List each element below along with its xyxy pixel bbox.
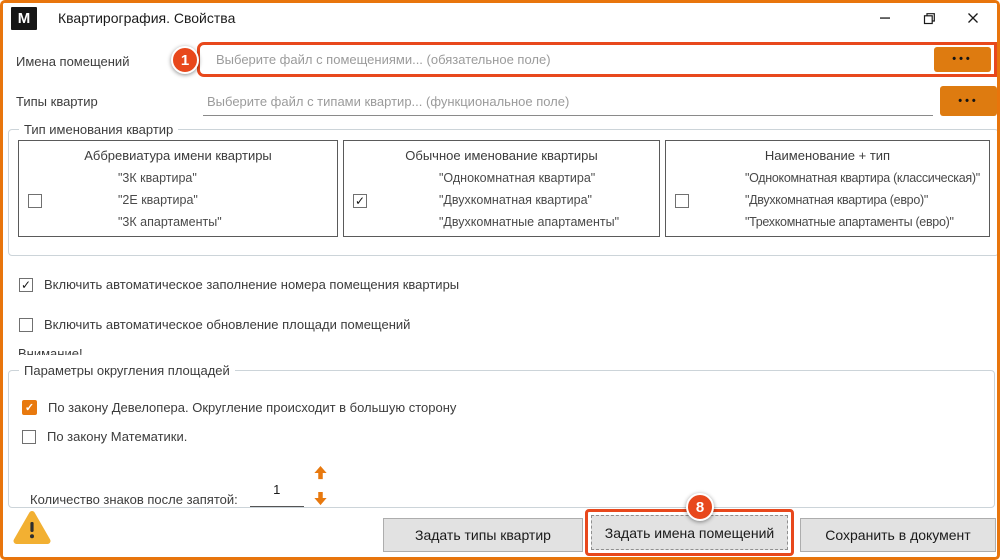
browse-rooms-button[interactable]: ••• bbox=[934, 47, 991, 72]
arrow-up-icon bbox=[313, 465, 328, 480]
window-title: Квартирография. Свойства bbox=[58, 10, 235, 26]
minimize-icon bbox=[879, 12, 891, 24]
abbreviation-checkbox[interactable] bbox=[28, 194, 42, 208]
panel-item: "Однокомнатная квартира (классическая)" bbox=[745, 171, 989, 185]
panel-item: "Двухкомнатная квартира (евро)" bbox=[745, 193, 989, 207]
browse-types-button[interactable]: ••• bbox=[940, 86, 997, 116]
dialog-window: M Квартирография. Свойства Имена помещен… bbox=[0, 0, 1000, 560]
panel-item: "3К апартаменты" bbox=[118, 215, 337, 229]
rooms-file-label: Имена помещений bbox=[16, 54, 129, 69]
window-controls bbox=[863, 3, 995, 33]
set-apartment-types-button[interactable]: Задать типы квартир bbox=[383, 518, 583, 552]
panel-header: Наименование + тип bbox=[666, 148, 989, 163]
minimize-button[interactable] bbox=[863, 3, 907, 33]
abbreviation-option-panel: Аббревиатура имени квартиры "3К квартира… bbox=[18, 140, 338, 237]
panel-item: "3К квартира" bbox=[118, 171, 337, 185]
panel-item: "Однокомнатная квартира" bbox=[439, 171, 659, 185]
close-icon bbox=[967, 12, 979, 24]
ellipsis-icon: ••• bbox=[952, 53, 973, 65]
panel-item: "2Е квартира" bbox=[118, 193, 337, 207]
decimals-row: Количество знаков после запятой: bbox=[30, 481, 304, 507]
rooms-file-highlight-box: ••• bbox=[197, 42, 997, 77]
auto-area-checkbox[interactable] bbox=[19, 318, 33, 332]
arrow-down-icon bbox=[313, 491, 328, 506]
auto-area-label: Включить автоматическое обновление площа… bbox=[44, 317, 410, 332]
auto-area-toggle-row: Включить автоматическое обновление площа… bbox=[19, 317, 410, 332]
set-room-names-button[interactable]: Задать имена помещений bbox=[591, 515, 788, 550]
panel-header: Обычное именование квартиры bbox=[344, 148, 659, 163]
regular-naming-option-panel: Обычное именование квартиры "Однокомнатн… bbox=[343, 140, 660, 237]
maximize-restore-button[interactable] bbox=[907, 3, 951, 33]
attention-text-clipped: Внимание! bbox=[18, 346, 83, 355]
decimals-label: Количество знаков после запятой: bbox=[30, 492, 238, 507]
auto-number-toggle-row: ✓ Включить автоматическое заполнение ном… bbox=[19, 277, 459, 292]
ellipsis-icon: ••• bbox=[958, 95, 979, 107]
apartment-types-field-wrap bbox=[203, 87, 933, 116]
naming-type-groupbox: Тип именования квартир Аббревиатура имен… bbox=[8, 122, 999, 256]
apartment-types-label: Типы квартир bbox=[16, 94, 98, 109]
math-rule-checkbox[interactable] bbox=[22, 430, 36, 444]
developer-rule-checkbox[interactable]: ✓ bbox=[22, 400, 37, 415]
naming-type-title: Тип именования квартир bbox=[19, 122, 178, 137]
rounding-title: Параметры округления площадей bbox=[19, 363, 235, 378]
auto-number-label: Включить автоматическое заполнение номер… bbox=[44, 277, 459, 292]
spin-up-button[interactable] bbox=[312, 464, 329, 480]
decimals-spinner bbox=[312, 464, 329, 506]
titlebar: M Квартирография. Свойства bbox=[3, 3, 997, 33]
math-rule-label: По закону Математики. bbox=[47, 429, 187, 444]
spin-down-button[interactable] bbox=[312, 490, 329, 506]
naming-panels: Аббревиатура имени квартиры "3К квартира… bbox=[9, 137, 998, 237]
panel-item: "Двухкомнатные апартаменты" bbox=[439, 215, 659, 229]
math-rule-row: По закону Математики. bbox=[22, 429, 187, 444]
regular-naming-checkbox[interactable]: ✓ bbox=[353, 194, 367, 208]
auto-number-checkbox[interactable]: ✓ bbox=[19, 278, 33, 292]
close-button[interactable] bbox=[951, 3, 995, 33]
decimals-value-input[interactable] bbox=[250, 481, 304, 507]
rooms-file-input[interactable] bbox=[202, 47, 934, 72]
panel-header: Аббревиатура имени квартиры bbox=[19, 148, 337, 163]
panel-item: "Двухкомнатная квартира" bbox=[439, 193, 659, 207]
app-logo: M bbox=[11, 7, 37, 30]
annotation-badge-8: 8 bbox=[686, 493, 714, 521]
save-to-document-button[interactable]: Сохранить в документ bbox=[800, 518, 996, 552]
apartment-types-input[interactable] bbox=[203, 87, 933, 115]
panel-item: "Трехкомнатные апартаменты (евро)" bbox=[745, 215, 989, 229]
rounding-groupbox: Параметры округления площадей ✓ По закон… bbox=[8, 363, 995, 508]
developer-rule-row: ✓ По закону Девелопера. Округление проис… bbox=[22, 400, 456, 415]
name-plus-type-option-panel: Наименование + тип "Однокомнатная кварти… bbox=[665, 140, 990, 237]
restore-icon bbox=[923, 12, 936, 25]
name-plus-type-checkbox[interactable] bbox=[675, 194, 689, 208]
annotation-badge-1: 1 bbox=[171, 46, 199, 74]
warning-icon bbox=[13, 510, 51, 551]
developer-rule-label: По закону Девелопера. Округление происхо… bbox=[48, 400, 456, 415]
